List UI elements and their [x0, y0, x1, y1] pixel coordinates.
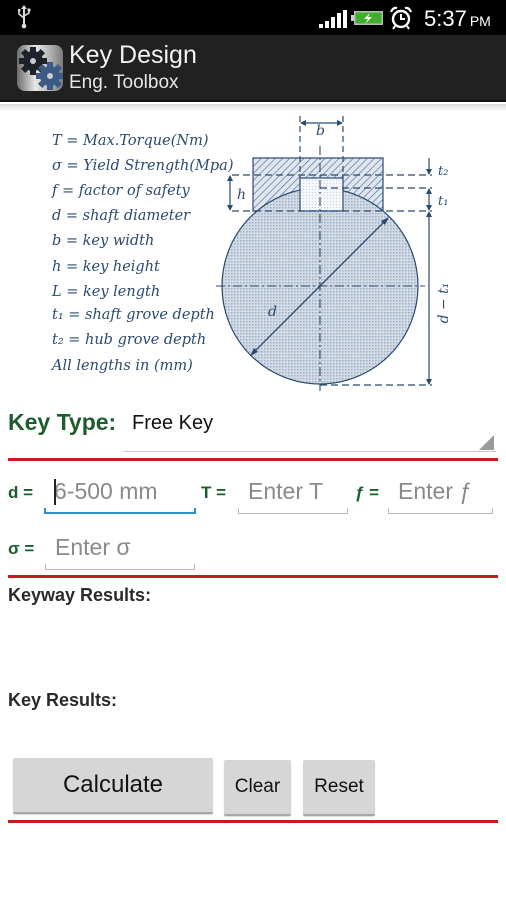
- clock-time: 5:37: [424, 6, 467, 31]
- label-d: d: [268, 304, 277, 320]
- yield-strength-input[interactable]: [45, 530, 195, 564]
- dropdown-arrow-icon: [479, 435, 494, 450]
- keyway-results-title: Keyway Results:: [8, 585, 152, 605]
- label-t1: t₁: [438, 194, 448, 209]
- factor-of-safety-label: ƒ =: [355, 483, 380, 502]
- key-type-selected-value: Free Key: [132, 412, 214, 434]
- factor-of-safety-input[interactable]: [388, 474, 493, 508]
- factor-of-safety-field[interactable]: [388, 474, 493, 514]
- shaft-diameter-input[interactable]: [44, 474, 196, 508]
- status-clock: 5:37 PM: [424, 6, 491, 32]
- key-section: [299, 177, 344, 212]
- torque-input[interactable]: [238, 474, 348, 508]
- d-label: d =: [8, 483, 34, 502]
- divider: [8, 575, 498, 578]
- app-subtitle: Eng. Toolbox: [69, 72, 179, 93]
- text-cursor: [54, 479, 56, 505]
- calculate-button[interactable]: Calculate: [13, 758, 213, 814]
- shaft-diameter-field[interactable]: [44, 474, 196, 514]
- app-title: Key Design: [69, 41, 197, 69]
- gears-icon[interactable]: [17, 45, 63, 91]
- status-bar: 5:37 PM: [0, 0, 506, 35]
- label-b: b: [316, 123, 325, 139]
- keyway-drawing: b h t₂ t₁ d − t₁ d: [216, 116, 452, 391]
- signal-icon: [319, 10, 347, 28]
- yield-strength-field[interactable]: [45, 530, 195, 570]
- field-underline: [45, 564, 195, 570]
- label-h: h: [237, 187, 246, 203]
- action-bar: Key Design Eng. Toolbox: [0, 35, 506, 102]
- key-type-label: Key Type:: [8, 409, 117, 435]
- usb-icon: [18, 5, 31, 29]
- label-d-minus-t1: d − t₁: [436, 283, 452, 324]
- alarm-icon: [389, 6, 413, 30]
- reset-button[interactable]: Reset: [303, 760, 375, 816]
- key-type-dropdown[interactable]: Free Key: [124, 404, 496, 452]
- divider: [8, 458, 498, 461]
- field-underline: [238, 508, 348, 514]
- clear-button[interactable]: Clear: [224, 760, 291, 816]
- dropdown-underline: [124, 451, 496, 452]
- torque-label: T =: [201, 483, 227, 502]
- battery-charging-icon: [351, 11, 383, 25]
- label-t2: t₂: [438, 164, 448, 179]
- field-underline: [388, 508, 493, 514]
- divider: [8, 820, 498, 823]
- clock-ampm: PM: [469, 13, 491, 29]
- field-underline: [44, 508, 196, 514]
- key-results-title: Key Results:: [8, 690, 118, 710]
- torque-field[interactable]: [238, 474, 348, 514]
- key-diagram: T = Max.Torque(Nm) σ = Yield Strength(Mp…: [0, 108, 506, 398]
- yield-strength-label: σ =: [8, 539, 35, 558]
